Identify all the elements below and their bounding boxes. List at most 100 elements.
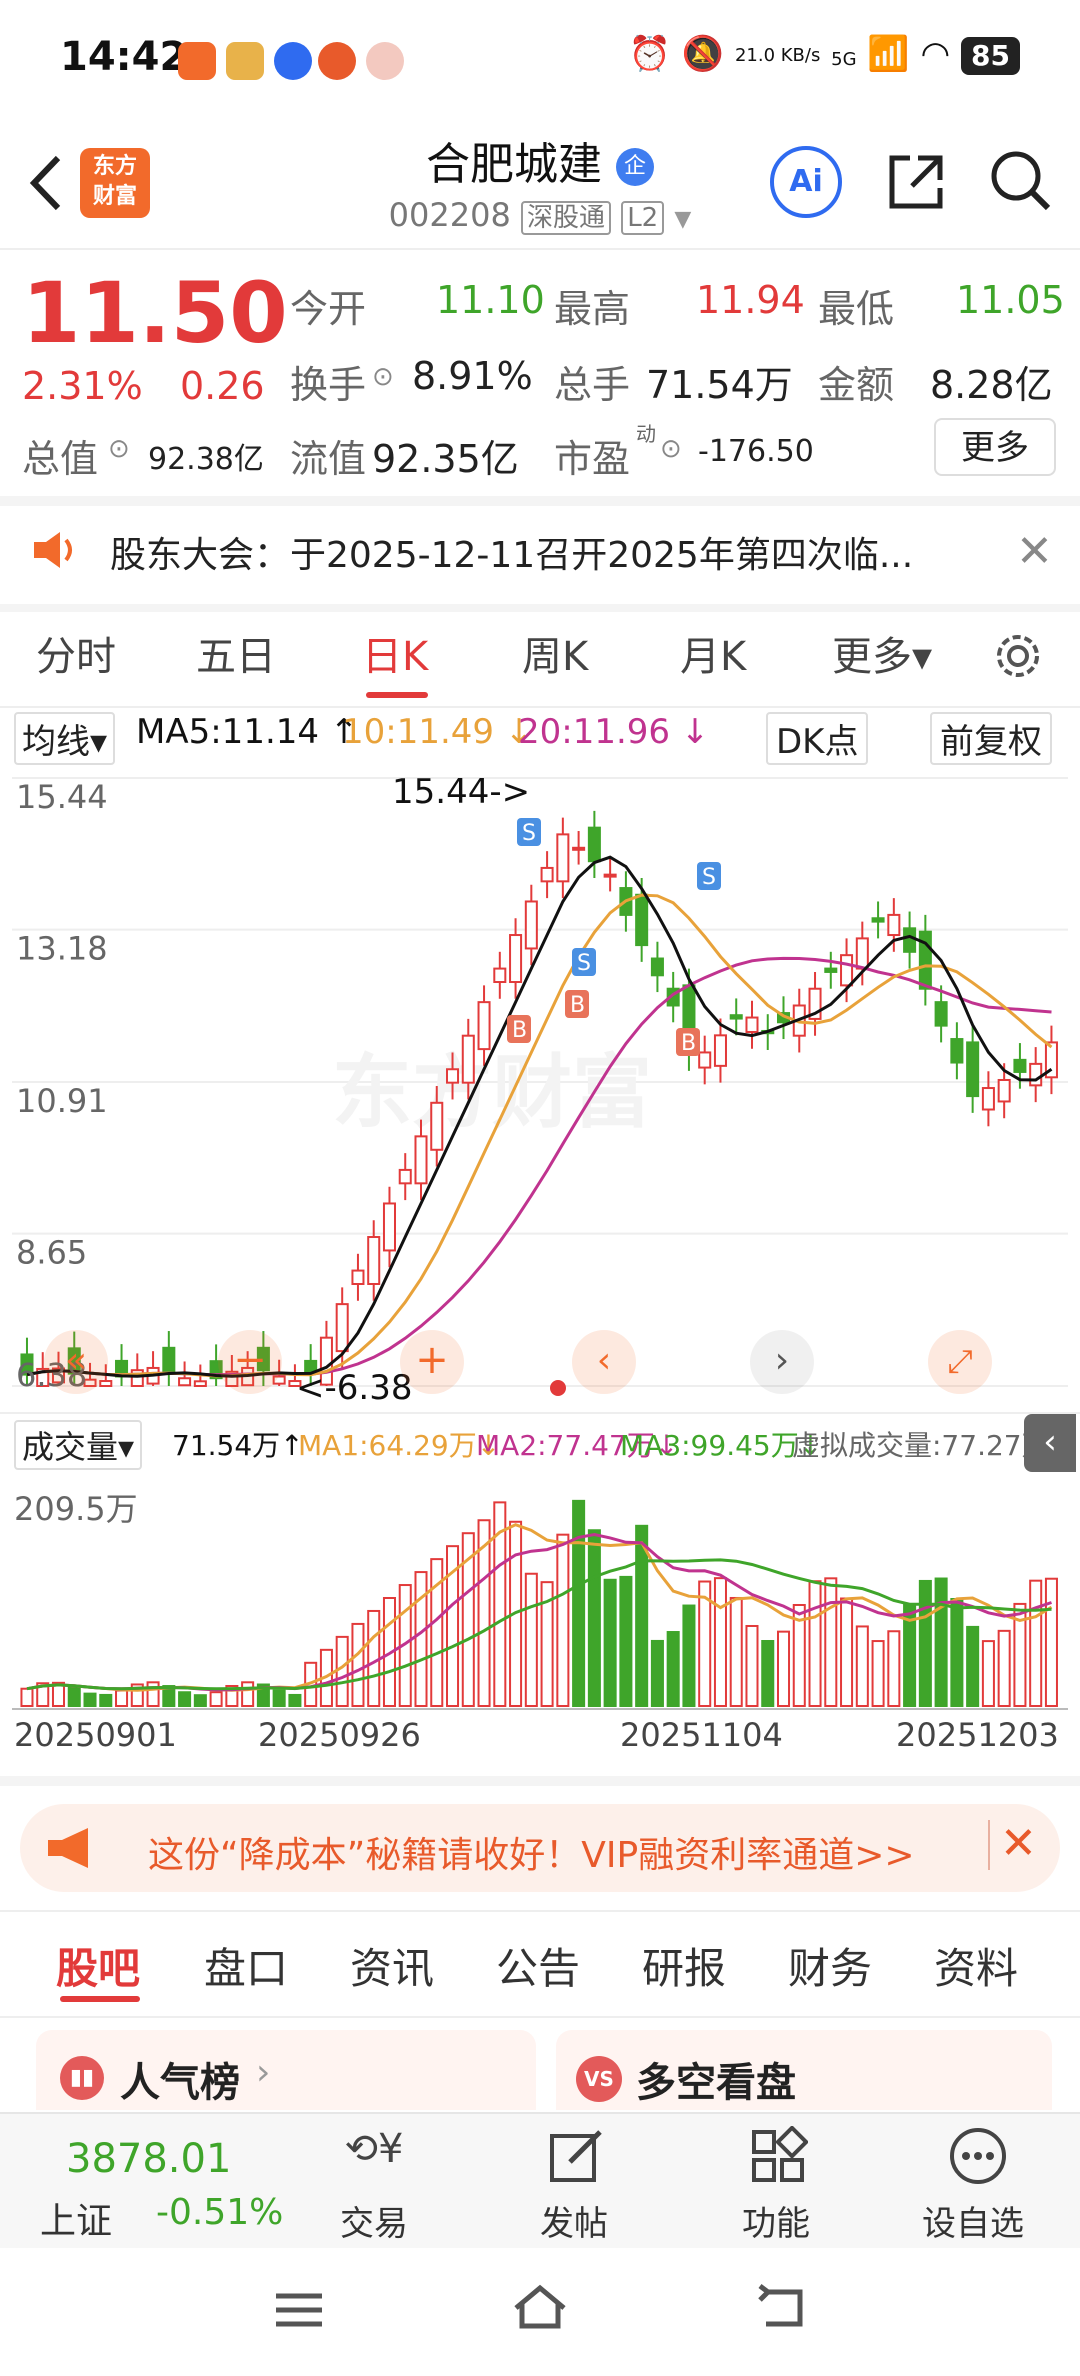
candle xyxy=(178,1377,192,1387)
index-change[interactable]: -0.51% xyxy=(156,2192,283,2233)
candle xyxy=(824,967,838,973)
tab-five-day[interactable]: 五日 xyxy=(196,624,276,682)
volume-bar xyxy=(871,1640,885,1707)
tab-monthly-k[interactable]: 月K xyxy=(680,624,746,682)
change-amount: 0.26 xyxy=(180,364,265,408)
zoom-out-button[interactable]: − xyxy=(218,1330,282,1394)
svg-text:S: S xyxy=(702,865,716,890)
search-button[interactable] xyxy=(986,146,1056,216)
more-button[interactable]: 更多 xyxy=(934,418,1056,476)
index-value[interactable]: 3878.01 xyxy=(66,2136,231,2182)
volume-current: 71.54万↑ xyxy=(172,1429,304,1462)
candle xyxy=(1029,1062,1043,1087)
back-nav-icon[interactable] xyxy=(756,2284,806,2334)
high-label: 最高 xyxy=(554,287,631,331)
share-button[interactable] xyxy=(882,148,950,216)
nav-add-watchlist[interactable]: 设自选 xyxy=(922,2196,1024,2245)
volume-bar xyxy=(635,1524,649,1707)
divider xyxy=(0,604,1080,612)
settings-button[interactable] xyxy=(992,630,1044,686)
fullscreen-button[interactable]: ⤢ xyxy=(928,1330,992,1394)
open-label: 今开 xyxy=(290,287,367,331)
card-long-short[interactable] xyxy=(556,2030,1052,2110)
scroll-start-button[interactable]: « xyxy=(44,1330,108,1394)
candle xyxy=(650,957,664,977)
speaker-icon xyxy=(30,528,78,572)
volume-ma1: MA1:64.29万↓ xyxy=(298,1429,501,1462)
volume-select[interactable]: 成交量▾ xyxy=(14,1420,143,1470)
grid-icon[interactable] xyxy=(748,2125,809,2190)
dk-button[interactable]: DK点 xyxy=(766,712,869,765)
volume-bar xyxy=(745,1624,759,1707)
volume-bar xyxy=(351,1622,365,1707)
promo-text[interactable]: 这份“降成本”秘籍请收好！VIP融资利率通道>> xyxy=(148,1826,915,1878)
info-icon[interactable]: ⊙ xyxy=(372,362,394,392)
next-button[interactable]: › xyxy=(750,1330,814,1394)
collapse-panel-button[interactable]: ‹ xyxy=(1024,1414,1076,1472)
tab-profile[interactable]: 资料 xyxy=(934,1935,1018,1996)
tab-research[interactable]: 研报 xyxy=(642,1935,726,1996)
candle xyxy=(351,1269,365,1285)
adjust-button[interactable]: 前复权 xyxy=(930,712,1052,765)
prev-button[interactable]: ‹ xyxy=(572,1330,636,1394)
more-dots-icon[interactable] xyxy=(946,2124,1010,2192)
tab-finance[interactable]: 财务 xyxy=(788,1935,872,1996)
index-name[interactable]: 上证 xyxy=(40,2192,112,2244)
info-icon[interactable]: ⊙ xyxy=(660,434,682,464)
trade-icon[interactable]: ⟲¥ xyxy=(340,2126,408,2186)
kline-chart[interactable]: 东方财富 15.4413.1810.918.656.38 SSSBBB xyxy=(12,770,1068,1400)
card-popularity[interactable] xyxy=(36,2030,536,2110)
candle xyxy=(335,1303,349,1353)
close-icon[interactable]: ✕ xyxy=(1016,526,1053,577)
notice-text[interactable]: 股东大会：于2025-12-11召开2025年第四次临... xyxy=(110,526,960,578)
volume-bar xyxy=(241,1681,255,1707)
candle xyxy=(950,1038,964,1064)
pe-label: 市盈 xyxy=(554,437,631,481)
volume-bar xyxy=(587,1529,601,1708)
nav-post[interactable]: 发帖 xyxy=(540,2196,608,2245)
menu-icon[interactable] xyxy=(274,2290,324,2334)
volume-bar xyxy=(650,1639,664,1708)
candle xyxy=(966,1041,980,1098)
tab-guba[interactable]: 股吧 xyxy=(56,1935,140,1996)
low-marker: <-6.38 xyxy=(296,1368,413,1408)
notification-app-icon xyxy=(318,42,356,80)
status-bar: 14:42 ⏰ 🔕 21.0 KB/s 5G 📶 ◠ 85 xyxy=(0,0,1080,118)
tab-pankou[interactable]: 盘口 xyxy=(204,1935,288,1996)
candle xyxy=(855,937,869,970)
low-value: 11.05 xyxy=(956,278,1065,322)
tab-weekly-k[interactable]: 周K xyxy=(522,624,588,682)
status-time: 14:42 xyxy=(60,34,188,80)
volume-bar xyxy=(99,1693,113,1707)
virtual-volume: 虚拟成交量:77.27万 xyxy=(792,1429,1050,1462)
home-icon[interactable] xyxy=(510,2282,570,2336)
nav-functions[interactable]: 功能 xyxy=(742,2196,810,2245)
volume-bar xyxy=(1044,1577,1058,1707)
tab-intraday[interactable]: 分时 xyxy=(36,624,116,682)
edit-icon[interactable] xyxy=(546,2126,606,2190)
zoom-in-button[interactable]: + xyxy=(400,1330,464,1394)
volume-bar xyxy=(556,1533,570,1707)
volume-bar xyxy=(335,1635,349,1708)
candle xyxy=(493,967,507,984)
tab-daily-k[interactable]: 日K xyxy=(362,624,428,682)
volume-bar xyxy=(67,1686,81,1707)
volume-bar xyxy=(209,1691,223,1707)
nav-trade[interactable]: 交易 xyxy=(340,2196,408,2245)
tab-announcements[interactable]: 公告 xyxy=(496,1935,580,1996)
svg-text:S: S xyxy=(577,951,591,976)
ma20-line xyxy=(26,956,1052,1377)
volume-bar xyxy=(950,1598,964,1707)
candle xyxy=(997,1078,1011,1103)
volume-chart[interactable] xyxy=(12,1474,1068,1710)
volume-bar xyxy=(193,1694,207,1707)
close-promo-icon[interactable]: ✕ xyxy=(1000,1818,1037,1869)
price-tick-label: 8.65 xyxy=(16,1234,87,1272)
candle xyxy=(698,1051,712,1069)
info-icon[interactable]: ⊙ xyxy=(108,434,130,464)
tab-news[interactable]: 资讯 xyxy=(350,1935,434,1996)
ai-button[interactable]: Ai xyxy=(770,146,842,218)
ma-select[interactable]: 均线▾ xyxy=(14,712,116,765)
tab-more[interactable]: 更多▾ xyxy=(832,624,932,682)
pe-superscript: 动 xyxy=(636,422,656,446)
